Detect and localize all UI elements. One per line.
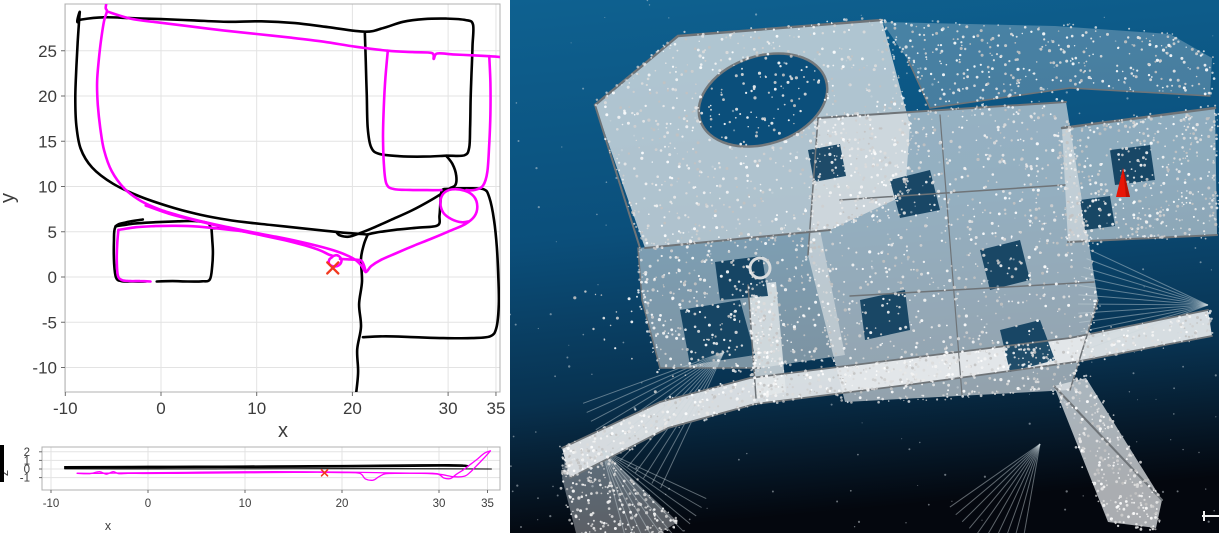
svg-text:35: 35 bbox=[481, 498, 494, 510]
trajectory_magenta-path bbox=[95, 4, 500, 283]
svg-text:30: 30 bbox=[433, 498, 446, 510]
svg-text:25: 25 bbox=[38, 42, 57, 61]
svg-text:0: 0 bbox=[145, 498, 151, 510]
trajectory-plots-panel: -10 0 10 20 30 35 -10 -5 0 5 10 15 20 25 x y -10 0 10 20 30… bbox=[0, 0, 510, 533]
svg-text:10: 10 bbox=[38, 178, 57, 197]
svg-text:15: 15 bbox=[38, 132, 57, 151]
svg-text:10: 10 bbox=[247, 399, 266, 418]
xz-elevation-plot: -10010203035210-1xz bbox=[0, 445, 501, 533]
svg-text:10: 10 bbox=[239, 498, 252, 510]
svg-text:35: 35 bbox=[486, 399, 505, 418]
trajectory_black-path bbox=[64, 463, 492, 470]
trajectory_black-path bbox=[74, 10, 500, 392]
svg-text:30: 30 bbox=[439, 399, 458, 418]
xz_plot-tick-labels: -10 0 10 20 30 35210-1 bbox=[20, 447, 494, 510]
svg-text:-10: -10 bbox=[32, 359, 57, 378]
pointcloud-panel bbox=[510, 0, 1219, 533]
svg-text:-1: -1 bbox=[20, 473, 30, 485]
xy_plot-xlabel: x bbox=[278, 420, 288, 442]
xy_plot-tick-labels: -10 0 10 20 30 35 -10 -5 0 5 10 15 20 25 bbox=[32, 42, 505, 418]
svg-text:5: 5 bbox=[48, 223, 57, 242]
svg-text:-10: -10 bbox=[53, 399, 78, 418]
edge-artifact-bar bbox=[0, 445, 4, 482]
svg-text:20: 20 bbox=[336, 498, 349, 510]
slam-visualization: -10 0 10 20 30 35 -10 -5 0 5 10 15 20 25 x y -10 0 10 20 30… bbox=[0, 0, 1219, 533]
svg-text:20: 20 bbox=[343, 399, 362, 418]
svg-text:20: 20 bbox=[38, 87, 57, 106]
svg-text:0: 0 bbox=[48, 268, 57, 287]
xy_plot-ylabel: y bbox=[0, 193, 19, 203]
svg-text:0: 0 bbox=[156, 399, 165, 418]
pointcloud-3d-view bbox=[510, 0, 1219, 533]
svg-text:-10: -10 bbox=[43, 498, 60, 510]
xy-trajectory-plot: -10 0 10 20 30 35 -10 -5 0 5 10 15 20 25 x y bbox=[0, 3, 505, 442]
xy_plot-marker-x bbox=[326, 261, 340, 275]
xz_plot-xlabel: x bbox=[105, 519, 112, 533]
svg-text:-5: -5 bbox=[42, 313, 57, 332]
